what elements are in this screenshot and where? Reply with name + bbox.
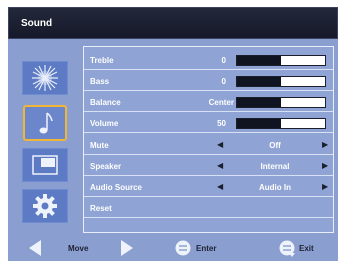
enter-hint-label: Enter	[196, 244, 217, 253]
speaker-left-arrow-icon[interactable]: ◀	[217, 161, 223, 170]
speaker-right-arrow-icon[interactable]: ▶	[322, 161, 328, 170]
mute-left-arrow-icon[interactable]: ◀	[217, 140, 223, 149]
mute-row[interactable]: Mute ◀ Off ▶	[84, 135, 333, 155]
treble-label: Treble	[90, 56, 114, 65]
right-arrow-icon	[121, 240, 133, 256]
volume-slider[interactable]	[236, 118, 326, 129]
bass-slider[interactable]	[236, 76, 326, 87]
mute-value: Off	[269, 141, 281, 150]
mute-label: Mute	[90, 141, 109, 150]
exit-hint-label: Exit	[299, 244, 314, 253]
audio-source-value: Audio In	[259, 183, 291, 192]
audio-source-row[interactable]: Audio Source ◀ Audio In ▶	[84, 177, 333, 197]
volume-value: 50	[217, 119, 226, 128]
reset-row[interactable]: Reset	[84, 198, 333, 218]
bass-value: 0	[221, 77, 226, 86]
gear-icon	[33, 194, 57, 218]
balance-row[interactable]: Balance Center	[84, 92, 333, 112]
treble-value: 0	[221, 56, 226, 65]
bass-row[interactable]: Bass 0	[84, 71, 333, 91]
audio-source-label: Audio Source	[90, 183, 143, 192]
brightness-icon	[32, 65, 58, 91]
balance-slider-fill	[237, 98, 281, 107]
volume-label: Volume	[90, 119, 119, 128]
osd-window: Sound Treble 0 Bass 0 Balance Center Vol…	[8, 7, 338, 261]
balance-value: Center	[208, 98, 234, 107]
navigation-hint-bar: Move Enter Exit	[8, 235, 338, 261]
treble-row[interactable]: Treble 0	[84, 50, 333, 70]
exit-button-icon	[279, 240, 295, 257]
bass-slider-fill	[237, 77, 281, 86]
volume-row[interactable]: Volume 50	[84, 113, 333, 133]
treble-slider[interactable]	[236, 55, 326, 66]
balance-slider[interactable]	[236, 97, 326, 108]
music-note-icon	[39, 112, 53, 134]
audio-source-right-arrow-icon[interactable]: ▶	[322, 182, 328, 191]
screen-icon	[32, 155, 58, 175]
reset-label: Reset	[90, 204, 112, 213]
speaker-value: Internal	[260, 162, 290, 171]
sound-settings-list: Treble 0 Bass 0 Balance Center Volume 50	[83, 46, 334, 233]
balance-label: Balance	[90, 98, 121, 107]
volume-slider-fill	[237, 119, 281, 128]
sidebar-item-picture[interactable]	[22, 61, 68, 95]
mute-right-arrow-icon[interactable]: ▶	[322, 140, 328, 149]
page-title: Sound	[21, 18, 53, 29]
treble-slider-fill	[237, 56, 281, 65]
enter-button-icon	[175, 240, 191, 256]
bass-label: Bass	[90, 77, 110, 86]
move-hint-label: Move	[68, 244, 89, 253]
sidebar-item-screen[interactable]	[22, 148, 68, 182]
speaker-row[interactable]: Speaker ◀ Internal ▶	[84, 156, 333, 176]
osd-header: Sound	[8, 7, 338, 39]
left-arrow-icon	[29, 240, 41, 256]
sidebar-item-sound[interactable]	[23, 105, 67, 141]
audio-source-left-arrow-icon[interactable]: ◀	[217, 182, 223, 191]
speaker-label: Speaker	[90, 162, 122, 171]
sidebar-item-setup[interactable]	[22, 189, 68, 223]
